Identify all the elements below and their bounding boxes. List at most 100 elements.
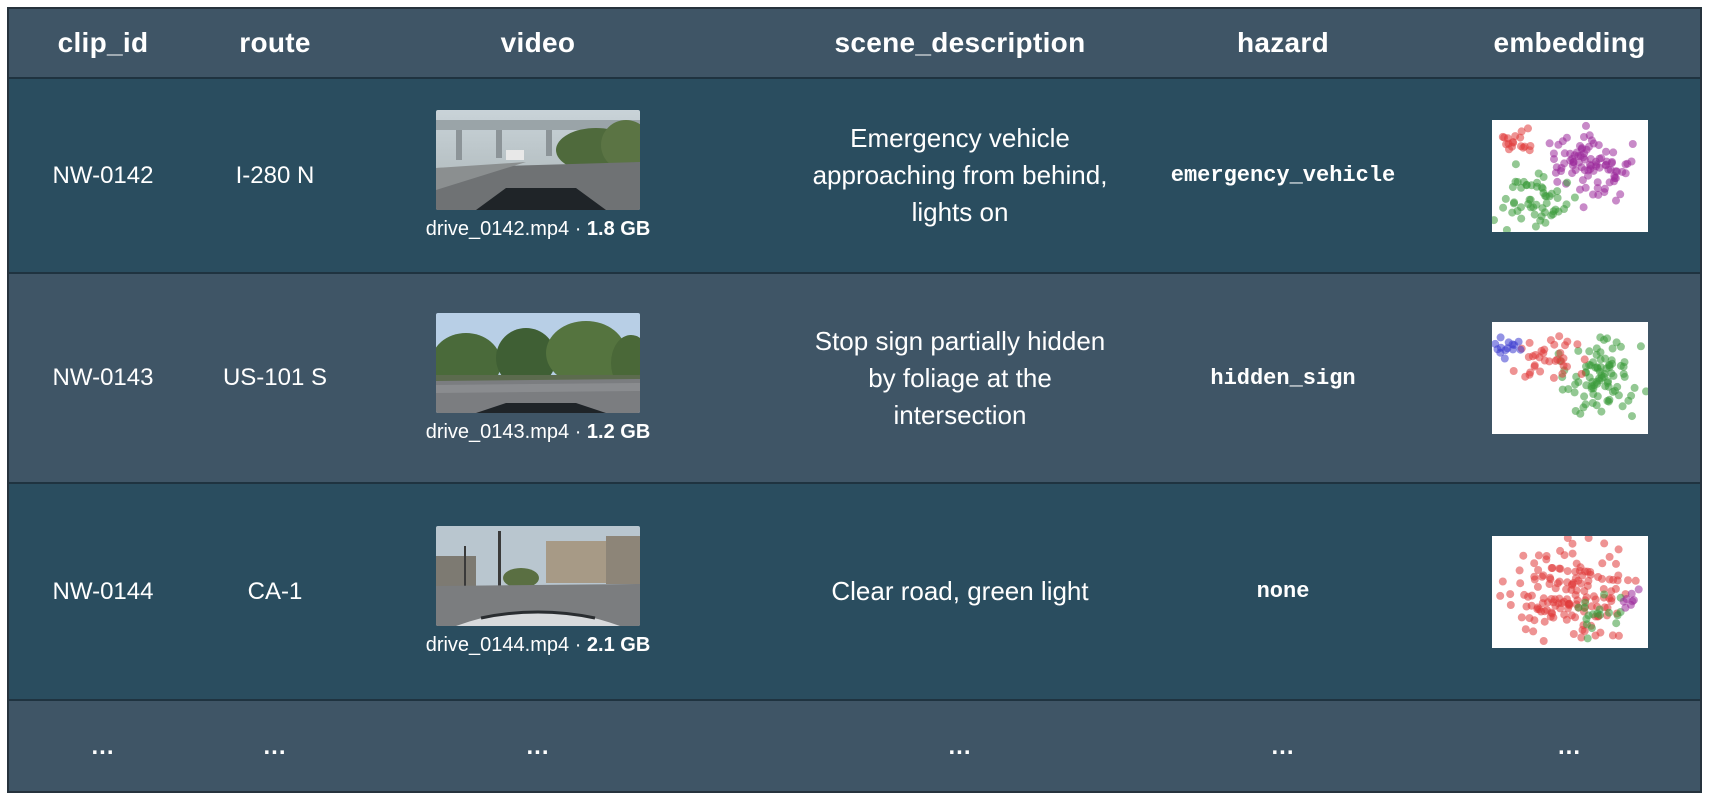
embedding-point bbox=[1502, 225, 1511, 234]
embedding-point bbox=[1498, 577, 1507, 585]
embedding-point bbox=[1562, 178, 1571, 187]
embedding-point bbox=[1586, 154, 1595, 163]
embedding-point bbox=[1583, 633, 1592, 642]
video-thumbnail[interactable] bbox=[436, 526, 640, 626]
embedding-point bbox=[1614, 544, 1623, 553]
header-embedding[interactable]: embedding bbox=[1439, 9, 1700, 77]
video-thumbnail[interactable] bbox=[436, 312, 640, 413]
embedding-scatter bbox=[1495, 533, 1643, 645]
embedding-point bbox=[1636, 342, 1645, 351]
embedding-point bbox=[1564, 600, 1573, 609]
embedding-point bbox=[1542, 198, 1551, 207]
embedding-point bbox=[1525, 338, 1534, 347]
embedding-point bbox=[1614, 631, 1623, 640]
embedding-point bbox=[1620, 603, 1629, 612]
embedding-point bbox=[1549, 373, 1558, 382]
embedding-point bbox=[1631, 576, 1640, 585]
embedding-point bbox=[1610, 386, 1619, 395]
embedding-point bbox=[1584, 347, 1593, 356]
embedding-point bbox=[1620, 372, 1629, 381]
embedding-point bbox=[1617, 167, 1626, 176]
embedding-point bbox=[1622, 159, 1631, 168]
embedding-point bbox=[1552, 355, 1561, 364]
video-thumbnail[interactable] bbox=[436, 110, 640, 210]
embedding-point bbox=[1570, 193, 1579, 201]
header-clip-id[interactable]: clip_id bbox=[9, 9, 197, 77]
embedding-point bbox=[1530, 362, 1538, 371]
table-row[interactable]: NW-0144 CA-1 drive_0144.mp4 · 2.1 GB Cle… bbox=[9, 484, 1700, 701]
embedding-point bbox=[1608, 147, 1617, 156]
embedding-point bbox=[1580, 603, 1589, 612]
embedding-point bbox=[1594, 140, 1603, 149]
embedding-point bbox=[1518, 551, 1527, 560]
embedding-point bbox=[1601, 160, 1610, 169]
embedding-point bbox=[1548, 209, 1557, 218]
table-row[interactable]: NW-0143 US-101 S drive_0143.mp4 · 1.2 GB… bbox=[9, 274, 1700, 484]
embedding-point bbox=[1530, 210, 1539, 219]
embedding-point bbox=[1575, 185, 1584, 194]
embedding-point bbox=[1587, 382, 1595, 391]
embedding-point bbox=[1623, 575, 1632, 584]
embedding-point bbox=[1582, 619, 1591, 628]
embedding-point bbox=[1611, 584, 1620, 593]
route-cell: I-280 N bbox=[235, 161, 315, 189]
embedding-point bbox=[1578, 152, 1587, 161]
table-row[interactable]: NW-0142 I-280 N drive_0142.mp4 · 1.8 GB … bbox=[9, 79, 1700, 274]
embedding-point bbox=[1581, 121, 1590, 130]
embedding-point bbox=[1627, 589, 1636, 598]
embedding-point bbox=[1599, 372, 1608, 381]
embedding-scatter bbox=[1489, 121, 1637, 234]
embedding-point bbox=[1565, 149, 1574, 158]
embedding-point bbox=[1623, 396, 1632, 405]
header-video[interactable]: video bbox=[353, 9, 723, 77]
video-filename[interactable]: drive_0143.mp4 bbox=[426, 421, 569, 443]
embedding-point bbox=[1587, 601, 1596, 610]
embedding-point bbox=[1585, 164, 1594, 173]
embedding-plot[interactable] bbox=[1491, 533, 1648, 648]
video-filename[interactable]: drive_0144.mp4 bbox=[426, 634, 569, 656]
video-cell: drive_0144.mp4 · 2.1 GB bbox=[353, 484, 723, 699]
dataset-table: clip_id route video scene_description ha… bbox=[7, 7, 1702, 793]
route-cell: CA-1 bbox=[247, 577, 303, 605]
embedding-point bbox=[1596, 407, 1605, 416]
embedding-plot[interactable] bbox=[1490, 322, 1650, 434]
embedding-point bbox=[1516, 141, 1525, 150]
embedding-point bbox=[1528, 352, 1537, 361]
video-cell: drive_0143.mp4 · 1.2 GB bbox=[353, 274, 723, 482]
embedding-point bbox=[1554, 332, 1563, 341]
hazard-label: hidden_sign bbox=[1210, 365, 1356, 391]
embedding-cell bbox=[1439, 484, 1700, 699]
embedding-point bbox=[1579, 202, 1588, 211]
embedding-point bbox=[1509, 341, 1518, 349]
table-header: clip_id route video scene_description ha… bbox=[9, 9, 1700, 79]
header-hazard[interactable]: hazard bbox=[1133, 9, 1433, 77]
ellipsis: ... bbox=[91, 733, 115, 760]
embedding-point bbox=[1588, 390, 1597, 398]
embedding-plot[interactable] bbox=[1489, 119, 1648, 234]
embedding-point bbox=[1597, 558, 1606, 567]
embedding-point bbox=[1556, 166, 1565, 175]
embedding-point bbox=[1601, 147, 1610, 156]
embedding-point bbox=[1596, 348, 1604, 357]
header-route[interactable]: route bbox=[197, 9, 353, 77]
embedding-point bbox=[1641, 387, 1650, 396]
embedding-point bbox=[1539, 636, 1548, 645]
hazard-cell: none bbox=[1133, 484, 1433, 699]
embedding-point bbox=[1604, 608, 1613, 617]
clip-id-cell: NW-0143 bbox=[52, 364, 154, 391]
embedding-point bbox=[1584, 142, 1593, 151]
scene-description-text: Stop sign partially hidden by foliage at… bbox=[814, 325, 1106, 430]
embedding-point bbox=[1596, 153, 1605, 162]
embedding-point bbox=[1569, 629, 1578, 638]
embedding-point bbox=[1528, 626, 1537, 635]
video-size: 2.1 GB bbox=[586, 634, 651, 656]
embedding-point bbox=[1537, 211, 1546, 220]
embedding-point bbox=[1599, 590, 1608, 598]
video-filename[interactable]: drive_0142.mp4 bbox=[426, 218, 569, 240]
scene-description-text: Emergency vehicle approaching from behin… bbox=[812, 123, 1108, 227]
table-row-ellipsis: ... ... ... ... ... ... bbox=[9, 701, 1700, 791]
embedding-point bbox=[1570, 388, 1579, 397]
embedding-point bbox=[1563, 566, 1572, 575]
embedding-point bbox=[1579, 132, 1588, 141]
header-scene-description[interactable]: scene_description bbox=[723, 9, 1197, 77]
